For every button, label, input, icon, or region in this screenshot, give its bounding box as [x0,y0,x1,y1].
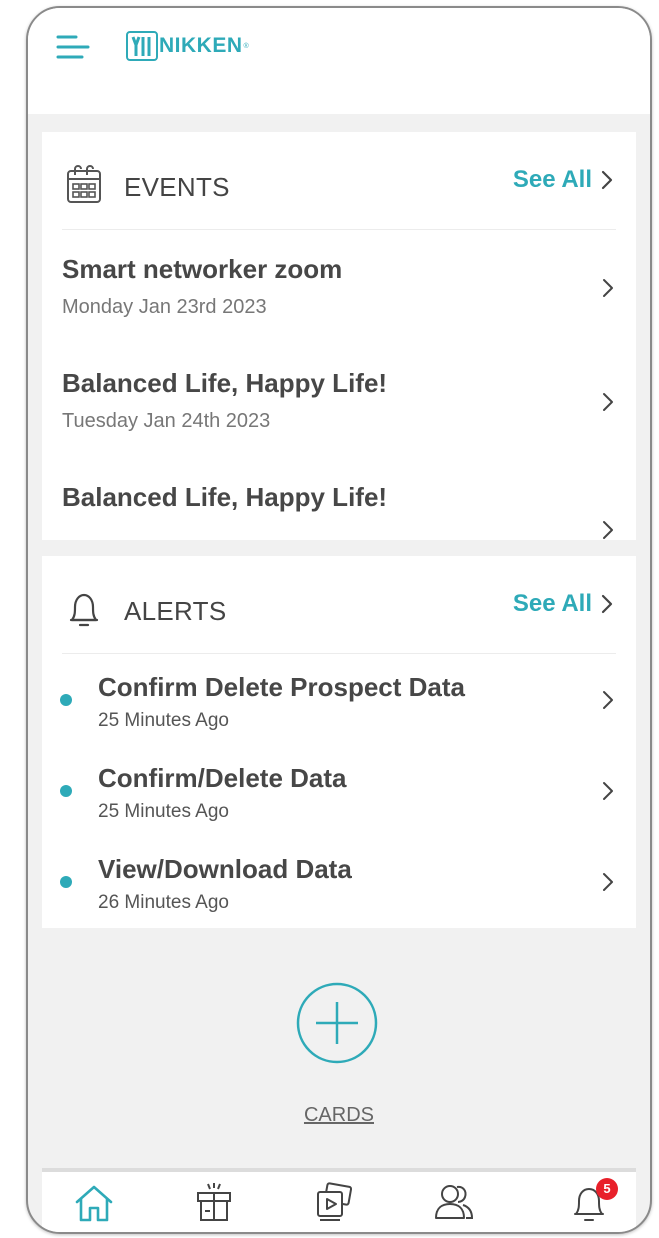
logo-text: NIKKEN [159,34,243,57]
events-header: EVENTS See All [62,132,616,230]
alerts-card: ALERTS See All Confirm Delete Prospect D… [42,556,636,928]
plus-circle-icon [296,982,378,1064]
chevron-right-icon [603,782,613,800]
unread-dot [60,876,72,888]
nav-home[interactable] [72,1180,116,1226]
logo-registered-mark: ® [243,42,249,50]
chevron-right-icon [601,594,613,614]
chevron-right-icon [601,170,613,190]
nav-notifications[interactable]: 5 [568,1178,618,1226]
bell-icon [69,593,99,627]
events-see-all-link[interactable]: See All [513,166,614,194]
app-header: NIKKEN ® [28,8,650,114]
alert-title: Confirm/Delete Data [98,763,347,793]
see-all-label: See All [512,590,592,617]
alerts-header: ALERTS See All [62,556,616,654]
chevron-right-icon [603,279,613,297]
chevron-right-icon [603,873,613,891]
chevron-right-icon [603,691,613,709]
bottom-nav: 5 [42,1168,636,1232]
nav-people[interactable] [432,1180,476,1226]
see-all-label: See All [512,166,592,193]
unread-dot [60,785,72,797]
event-title: Balanced Life, Happy Life! [62,368,388,398]
alert-item[interactable]: Confirm Delete Prospect Data 25 Minutes … [42,654,636,745]
people-icon [435,1185,474,1219]
event-title: Balanced Life, Happy Life! [62,482,388,512]
alert-time: 25 Minutes Ago [98,801,229,822]
cards-link[interactable]: CARDS [28,1104,650,1127]
chevron-right-icon [603,521,613,539]
event-date: Tuesday Jan 24th 2023 [62,410,271,432]
events-title: EVENTS [124,172,230,202]
nikken-logo: NIKKEN ® [126,30,249,62]
gift-icon [197,1183,231,1221]
chevron-right-icon [603,393,613,411]
unread-dot [60,694,72,706]
notification-badge: 5 [596,1178,618,1200]
alert-title: Confirm Delete Prospect Data [98,672,465,702]
phone-frame: NIKKEN ® EVENTS See All Smart networker … [26,6,652,1234]
nav-media[interactable] [312,1180,356,1226]
event-item[interactable]: Balanced Life, Happy Life! [42,458,636,540]
nav-gifts[interactable] [192,1180,236,1226]
event-date: Monday Jan 23rd 2023 [62,296,267,318]
alerts-title: ALERTS [124,596,227,626]
menu-icon[interactable] [56,32,90,62]
calendar-icon [67,165,101,203]
event-item[interactable]: Smart networker zoom Monday Jan 23rd 202… [42,230,636,344]
alert-time: 25 Minutes Ago [98,710,229,731]
alert-time: 26 Minutes Ago [98,892,229,913]
add-card-button[interactable] [296,982,378,1064]
event-title: Smart networker zoom [62,254,343,284]
events-card: EVENTS See All Smart networker zoom Mond… [42,132,636,540]
event-item[interactable]: Balanced Life, Happy Life! Tuesday Jan 2… [42,344,636,458]
alert-item[interactable]: Confirm/Delete Data 25 Minutes Ago [42,745,636,836]
alert-title: View/Download Data [98,854,352,884]
alert-item[interactable]: View/Download Data 26 Minutes Ago [42,836,636,927]
home-icon [75,1185,113,1222]
nikken-logo-mark [126,31,158,61]
media-icon [317,1182,353,1221]
alerts-see-all-link[interactable]: See All [513,590,614,618]
